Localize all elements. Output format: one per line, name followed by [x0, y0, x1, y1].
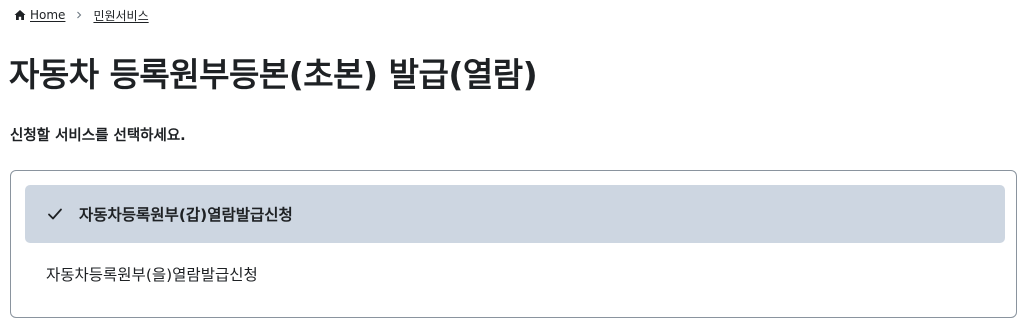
service-selection-box: 자동차등록원부(갑)열람발급신청 자동차등록원부(을)열람발급신청: [10, 170, 1017, 318]
service-option-eul[interactable]: 자동차등록원부(을)열람발급신청: [25, 245, 1005, 303]
service-option-gap[interactable]: 자동차등록원부(갑)열람발급신청: [25, 185, 1005, 243]
check-icon: [48, 208, 62, 220]
breadcrumb-current-link[interactable]: 민원서비스: [93, 7, 148, 24]
chevron-right-icon: [77, 11, 82, 19]
service-option-label: 자동차등록원부(갑)열람발급신청: [79, 206, 293, 224]
breadcrumb: Home 민원서비스: [14, 6, 149, 24]
home-icon: [14, 10, 26, 20]
breadcrumb-home-link[interactable]: Home: [30, 8, 65, 22]
page-title: 자동차 등록원부등본(초본) 발급(열람): [9, 55, 538, 94]
service-option-label: 자동차등록원부(을)열람발급신청: [46, 266, 258, 284]
instruction-text: 신청할 서비스를 선택하세요.: [10, 128, 186, 144]
